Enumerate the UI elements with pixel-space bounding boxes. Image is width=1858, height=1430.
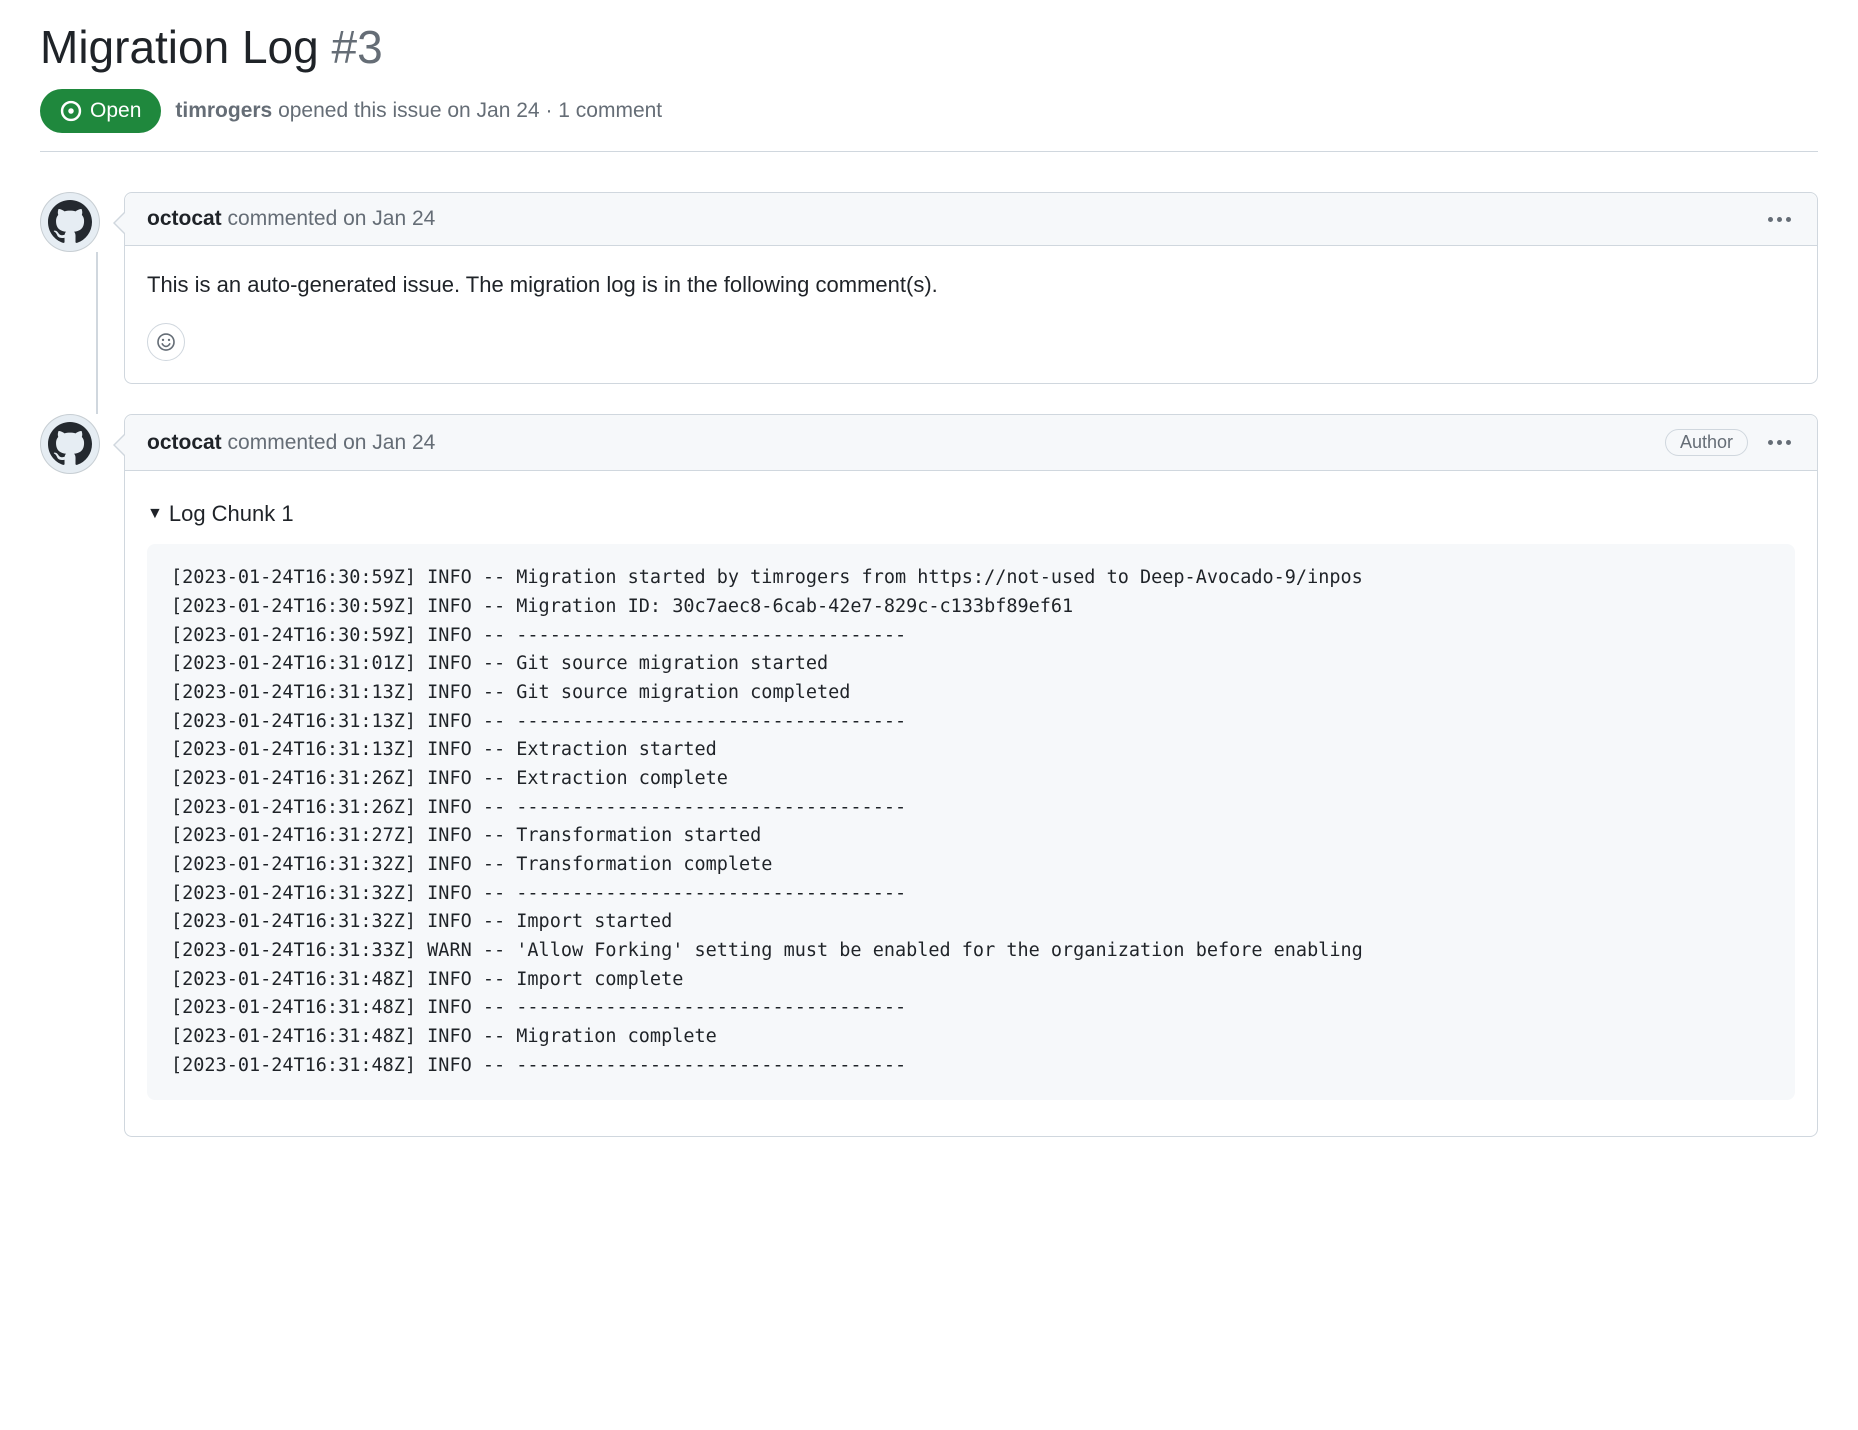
log-chunk-title: Log Chunk 1 [169, 497, 294, 530]
issue-title-text: Migration Log [40, 21, 319, 73]
comment-actions-button[interactable] [1764, 436, 1795, 449]
timeline: octocat commented on Jan 24 This is an a… [40, 192, 1818, 1137]
issue-author-link[interactable]: timrogers [175, 99, 272, 122]
log-content: [2023-01-24T16:30:59Z] INFO -- Migration… [171, 564, 1771, 1080]
comment-body: Log Chunk 1 [2023-01-24T16:30:59Z] INFO … [125, 471, 1817, 1136]
comment-header: octocat commented on Jan 24 [125, 193, 1817, 246]
log-chunk-summary[interactable]: Log Chunk 1 [147, 493, 1795, 534]
smiley-icon [156, 332, 176, 352]
comment-body: This is an auto-generated issue. The mig… [125, 246, 1817, 323]
comment-author-link[interactable]: octocat [147, 207, 222, 230]
comment-timestamp: commented on Jan 24 [228, 207, 436, 230]
avatar[interactable] [40, 414, 100, 474]
timeline-item: octocat commented on Jan 24 This is an a… [40, 192, 1818, 384]
issue-open-icon [60, 100, 82, 122]
timeline-item: octocat commented on Jan 24 Author Log C… [40, 414, 1818, 1137]
comment-box: octocat commented on Jan 24 Author Log C… [124, 414, 1818, 1137]
issue-title: Migration Log #3 [40, 20, 1818, 75]
issue-byline: timrogers opened this issue on Jan 24 · … [175, 99, 662, 123]
comment-actions-button[interactable] [1764, 213, 1795, 226]
octocat-icon [48, 422, 92, 466]
state-badge: Open [40, 89, 161, 133]
comment-box: octocat commented on Jan 24 This is an a… [124, 192, 1818, 384]
comment-header: octocat commented on Jan 24 Author [125, 415, 1817, 471]
comment-author-link[interactable]: octocat [147, 431, 222, 454]
author-badge: Author [1665, 429, 1748, 456]
issue-meta: Open timrogers opened this issue on Jan … [40, 89, 1818, 152]
add-reaction-button[interactable] [147, 323, 185, 361]
octocat-icon [48, 200, 92, 244]
log-code-block: [2023-01-24T16:30:59Z] INFO -- Migration… [147, 544, 1795, 1100]
avatar[interactable] [40, 192, 100, 252]
log-chunk-details[interactable]: Log Chunk 1 [2023-01-24T16:30:59Z] INFO … [147, 493, 1795, 1100]
comment-timestamp: commented on Jan 24 [228, 431, 436, 454]
issue-number: #3 [332, 21, 383, 73]
state-label: Open [90, 99, 141, 123]
issue-opened-text: opened this issue on Jan 24 · 1 comment [278, 99, 662, 122]
